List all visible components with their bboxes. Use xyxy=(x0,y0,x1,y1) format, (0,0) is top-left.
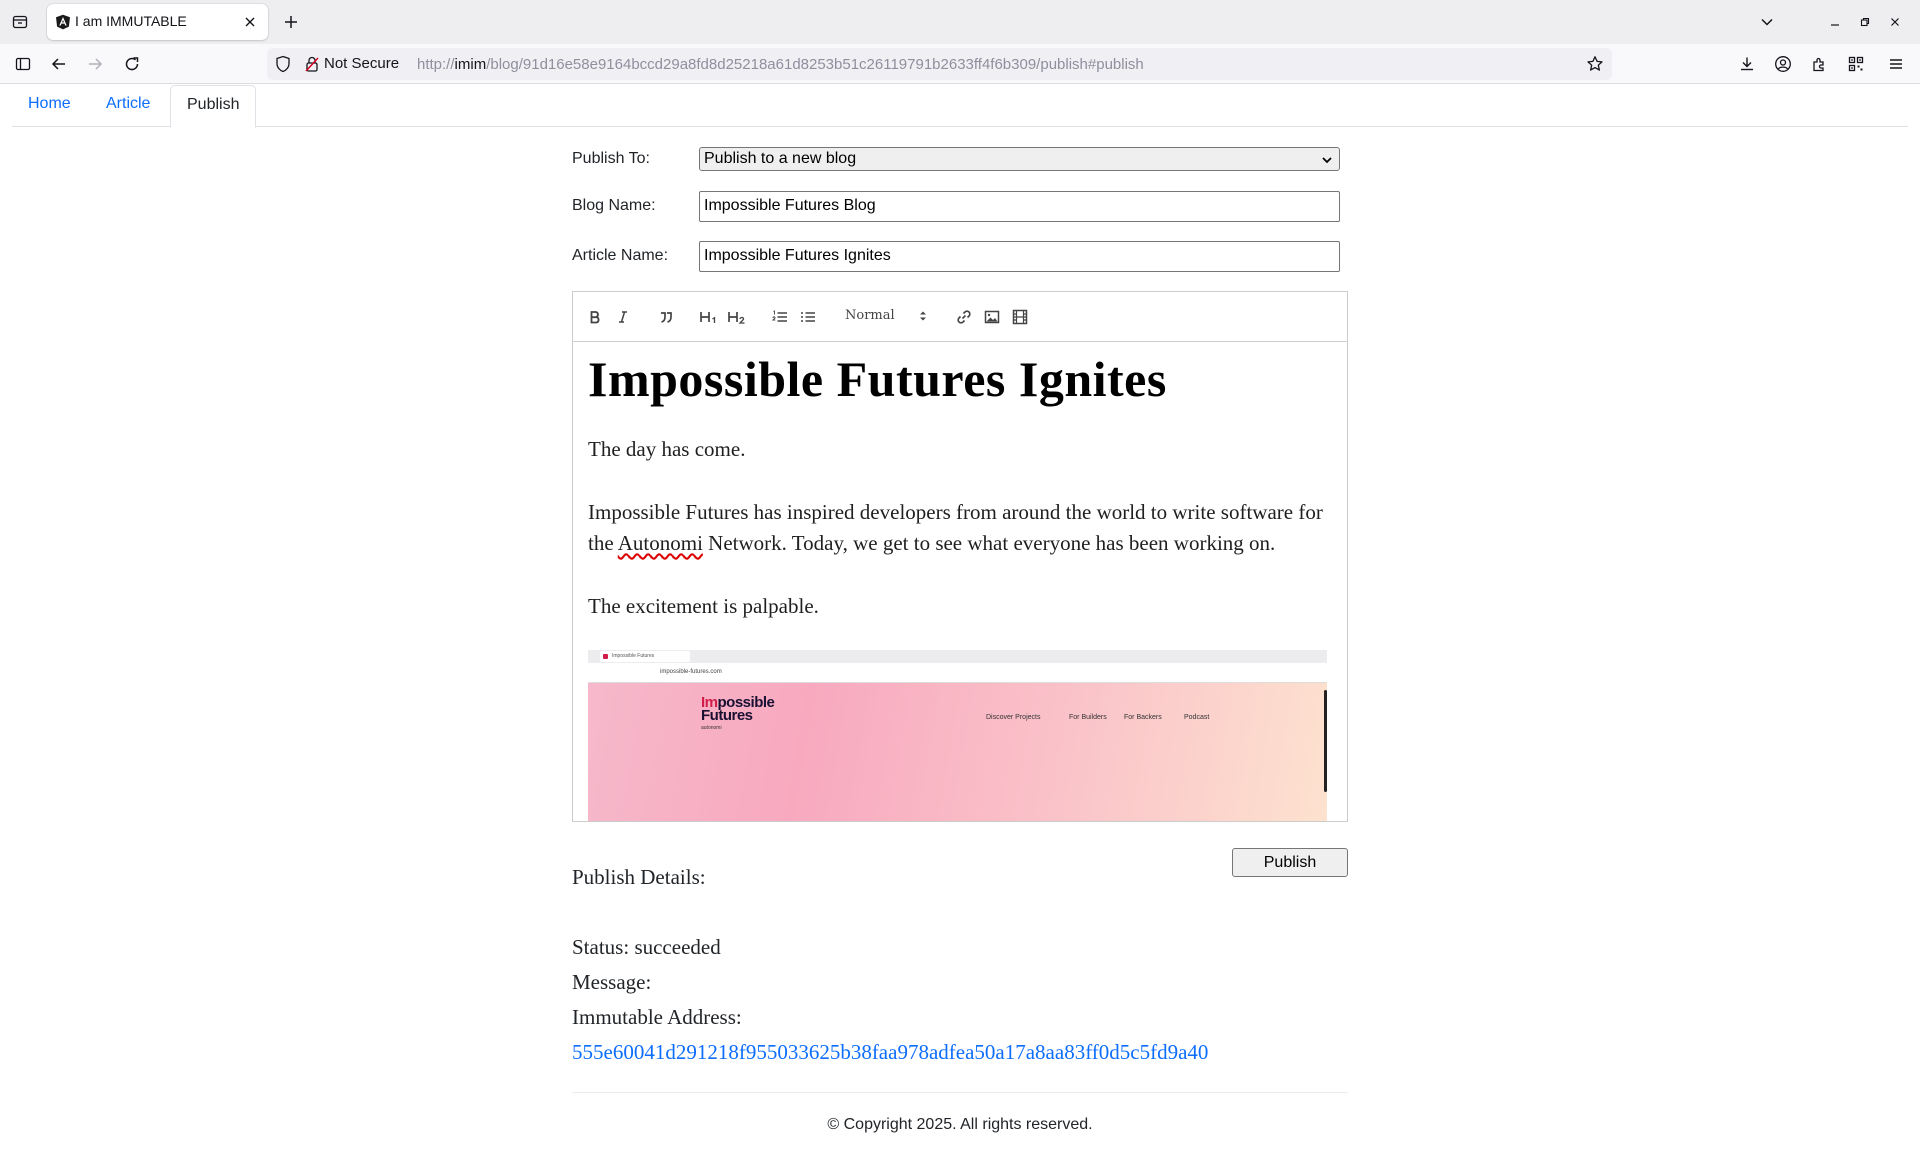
qr-code-icon[interactable] xyxy=(1844,52,1868,76)
account-icon[interactable] xyxy=(1771,52,1795,76)
immutable-address-label: Immutable Address: xyxy=(572,1005,742,1029)
tab-home[interactable]: Home xyxy=(12,85,87,127)
embedded-menu-item: For Backers xyxy=(1124,714,1162,721)
tab-title: I am IMMUTABLE xyxy=(75,13,187,29)
restore-icon[interactable] xyxy=(1850,7,1880,37)
menu-hamburger-icon[interactable] xyxy=(1884,52,1908,76)
article-paragraph-3: The excitement is palpable. xyxy=(588,594,819,618)
minimize-icon[interactable] xyxy=(1820,7,1850,37)
bookmark-star-icon[interactable] xyxy=(1586,55,1604,77)
tab-publish[interactable]: Publish xyxy=(170,85,257,128)
app-nav-tabs: Home Article Publish xyxy=(12,85,1908,128)
reload-icon[interactable] xyxy=(120,52,144,76)
article-name-label: Article Name: xyxy=(572,247,669,264)
blog-name-label: Blog Name: xyxy=(572,197,656,214)
blog-name-input[interactable]: Impossible Futures Blog xyxy=(699,191,1340,222)
editor-content[interactable]: Impossible Futures Ignites The day has c… xyxy=(573,342,1347,821)
extensions-icon[interactable] xyxy=(1807,52,1831,76)
publish-details-heading: Publish Details: xyxy=(572,865,706,889)
immutable-address-link[interactable]: 555e60041d291218f955033625b38faa978adfea… xyxy=(572,1040,1208,1065)
status-line: Status: succeeded xyxy=(572,935,721,959)
italic-icon[interactable] xyxy=(611,306,635,328)
embedded-scrollbar xyxy=(1324,690,1327,792)
not-secure-label: Not Secure xyxy=(324,55,400,72)
browser-tab-active[interactable]: I am IMMUTABLE xyxy=(47,4,268,40)
bold-icon[interactable] xyxy=(583,306,607,328)
heading-1-icon[interactable] xyxy=(697,306,721,328)
angular-favicon-icon xyxy=(55,14,71,30)
ordered-list-icon[interactable] xyxy=(768,306,792,328)
embedded-tabbar: Impossible Futures xyxy=(588,650,1327,663)
embedded-logo: Impossible Futures xyxy=(701,694,775,724)
embedded-navbar: impossible-futures.com xyxy=(588,663,1327,683)
blockquote-icon[interactable] xyxy=(654,306,678,328)
tracking-protection-shield-icon[interactable] xyxy=(275,55,291,77)
browser-tab-strip: I am IMMUTABLE xyxy=(0,0,1920,44)
article-heading: Impossible Futures Ignites xyxy=(588,351,1167,407)
publish-to-label: Publish To: xyxy=(572,150,650,167)
close-tab-icon[interactable] xyxy=(240,12,260,32)
heading-2-icon[interactable] xyxy=(725,306,749,328)
publish-to-select[interactable]: Publish to a new blog xyxy=(699,147,1340,171)
window-controls xyxy=(1820,0,1910,44)
embedded-menu-item: Podcast xyxy=(1184,714,1210,721)
bullet-list-icon[interactable] xyxy=(796,306,820,328)
sidebar-toggle-icon[interactable] xyxy=(11,52,35,76)
publish-to-selected-value: Publish to a new blog xyxy=(704,150,857,167)
embedded-menu-item: For Builders xyxy=(1069,714,1107,721)
insecure-lock-icon[interactable] xyxy=(304,55,320,77)
footer-copyright: © Copyright 2025. All rights reserved. xyxy=(827,1116,1093,1133)
embedded-menu-item: Discover Projects xyxy=(986,714,1041,721)
chevron-down-icon xyxy=(1321,153,1333,171)
back-arrow-icon[interactable] xyxy=(47,52,71,76)
list-all-tabs-icon[interactable] xyxy=(1755,10,1779,34)
font-size-picker[interactable]: Normal xyxy=(845,308,895,323)
embedded-favicon-icon xyxy=(603,654,608,659)
size-picker-arrows-icon[interactable] xyxy=(918,308,928,327)
misspelled-word[interactable]: Autonomi xyxy=(618,531,703,555)
editor-toolbar: Normal xyxy=(573,292,1347,342)
image-icon[interactable] xyxy=(980,306,1004,328)
forward-arrow-icon[interactable] xyxy=(83,52,107,76)
video-icon[interactable] xyxy=(1008,306,1032,328)
close-window-icon[interactable] xyxy=(1880,7,1910,37)
article-paragraph-1: The day has come. xyxy=(588,437,746,461)
address-bar[interactable]: Not Secure http://imim/blog/91d16e58e916… xyxy=(267,48,1612,80)
link-icon[interactable] xyxy=(952,306,976,328)
article-paragraph-2: Impossible Futures has inspired develope… xyxy=(588,500,1323,555)
browser-navigation-bar: Not Secure http://imim/blog/91d16e58e916… xyxy=(0,44,1920,84)
tab-list-icon[interactable] xyxy=(8,10,32,34)
downloads-icon[interactable] xyxy=(1735,52,1759,76)
status-value: succeeded xyxy=(634,935,721,959)
embedded-tab: Impossible Futures xyxy=(600,651,690,662)
new-tab-icon[interactable] xyxy=(279,10,303,34)
rich-text-editor: Normal Impossible Futures Ignites The da… xyxy=(572,291,1348,822)
publish-button[interactable]: Publish xyxy=(1232,848,1348,877)
embedded-screenshot-image[interactable]: Impossible Futures impossible-futures.co… xyxy=(588,650,1327,821)
article-name-input[interactable]: Impossible Futures Ignites xyxy=(699,241,1340,272)
message-line: Message: xyxy=(572,970,652,994)
url-text[interactable]: http://imim/blog/91d16e58e9164bccd29a8fd… xyxy=(417,56,1144,73)
embedded-url: impossible-futures.com xyxy=(660,669,722,675)
tab-article[interactable]: Article xyxy=(90,85,166,127)
embedded-logo-sub: autonomi xyxy=(701,725,722,731)
footer-divider xyxy=(572,1092,1348,1093)
